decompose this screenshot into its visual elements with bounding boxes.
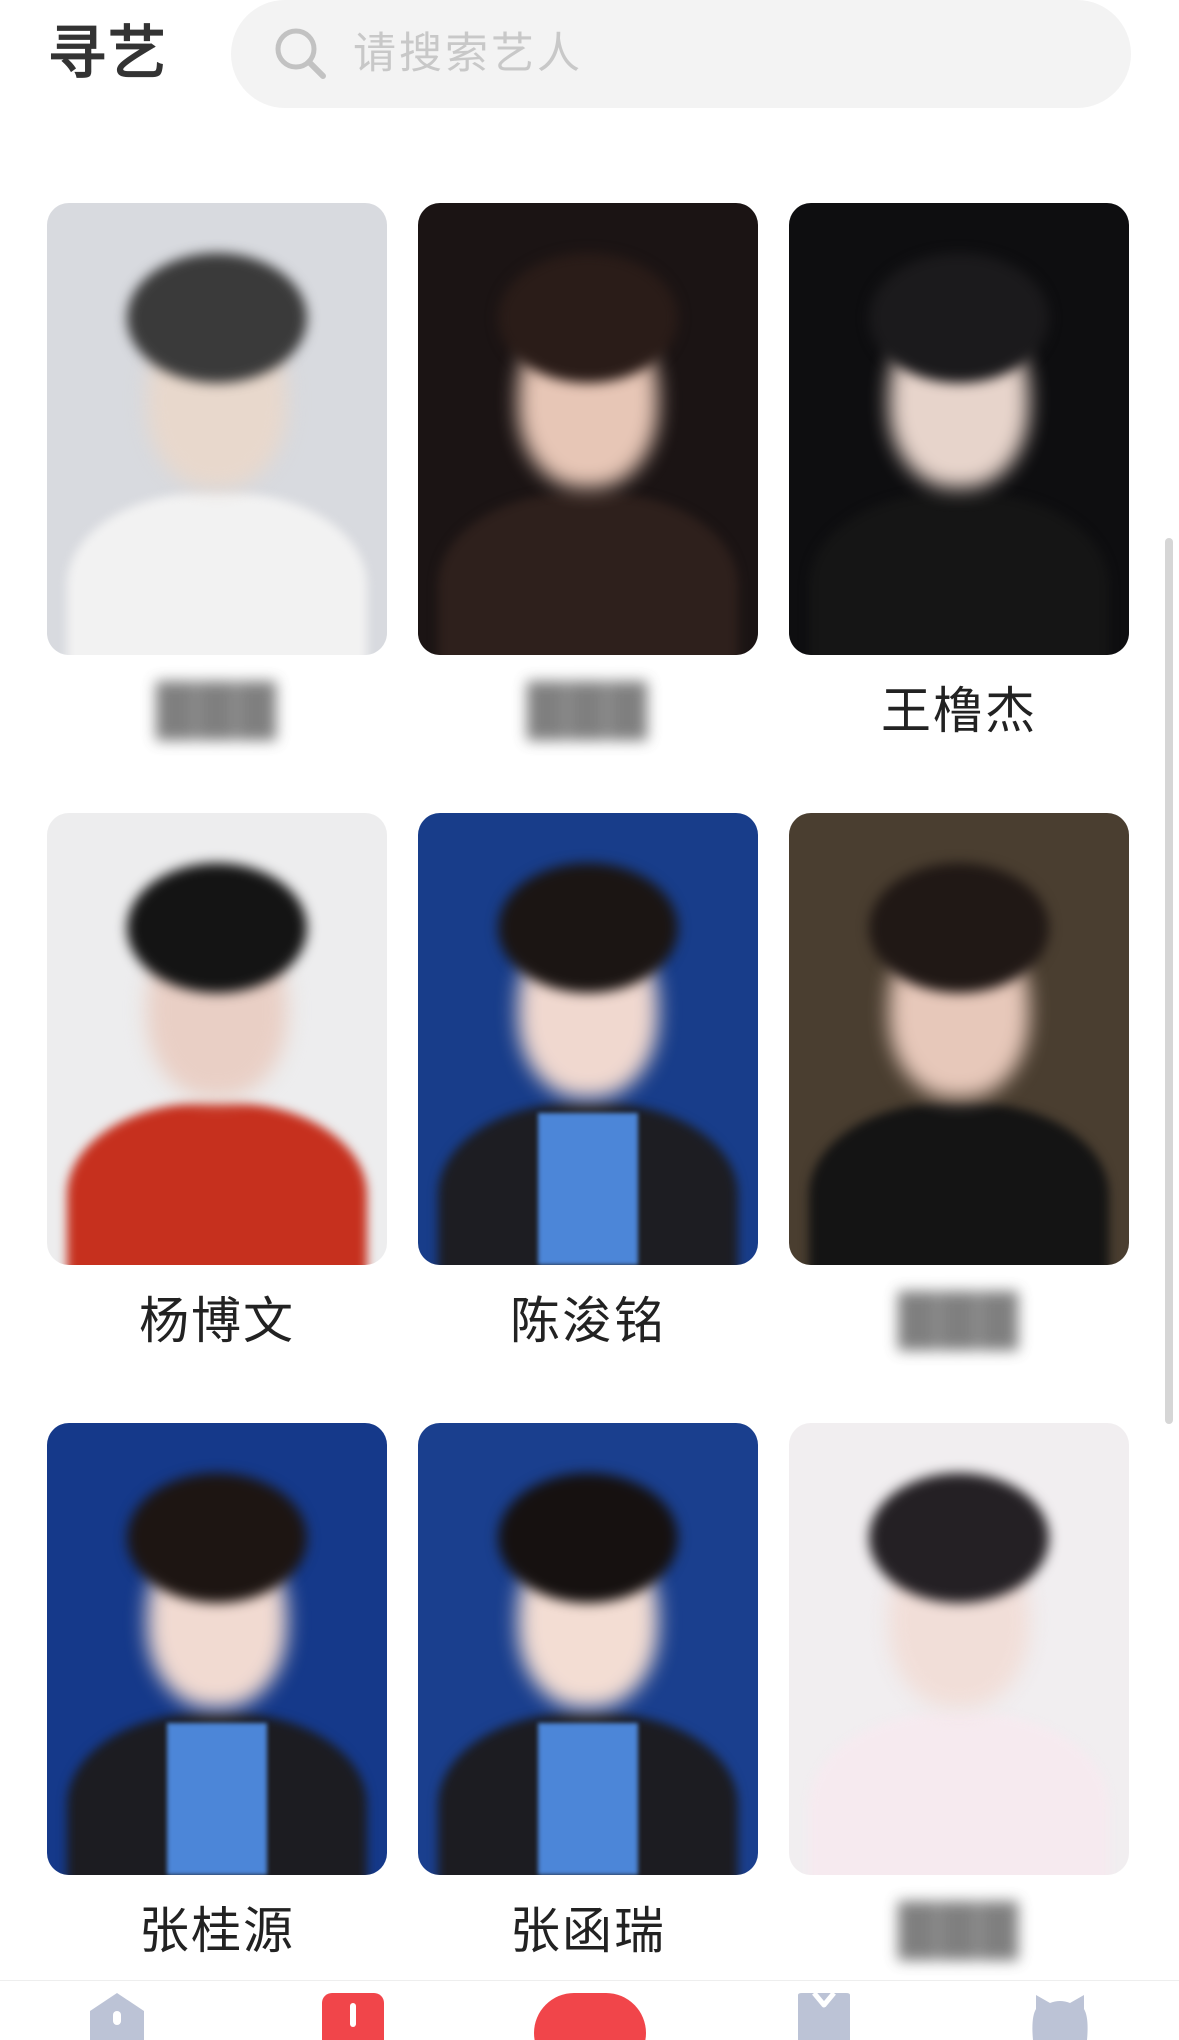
scrollbar[interactable]: [1165, 538, 1173, 1424]
photo-body-shape: [438, 493, 738, 655]
artist-card[interactable]: 王橹杰: [789, 203, 1129, 740]
artist-photo[interactable]: [47, 1423, 387, 1875]
photo-body-shape: [809, 493, 1109, 655]
photo-body-shape: [809, 1103, 1109, 1265]
photo-hair-shape: [127, 1473, 307, 1603]
artist-photo[interactable]: [418, 1423, 758, 1875]
photo-body-shape: [809, 1713, 1109, 1875]
artist-photo[interactable]: [47, 203, 387, 655]
artist-name: 陈浚铭: [510, 1292, 666, 1350]
photo-hair-shape: [498, 1473, 678, 1603]
nav-home[interactable]: [84, 1989, 150, 2040]
artist-photo[interactable]: [418, 203, 758, 655]
profile-icon: [1032, 1995, 1088, 2040]
photo-hair-shape: [869, 863, 1049, 993]
artist-grid: ███ ███ 王橹杰杨博文 陈浚铭 ███ 张桂源 张函瑞 ███: [0, 0, 1179, 1980]
artist-card[interactable]: 张函瑞: [418, 1423, 758, 1960]
artist-card[interactable]: ███: [418, 203, 758, 740]
photo-hair-shape: [869, 253, 1049, 383]
photo-shirt-collar: [538, 1113, 638, 1265]
chart-icon: [322, 1993, 384, 2040]
photo-hair-shape: [498, 253, 678, 383]
artist-name: ███: [898, 1292, 1020, 1350]
photo-hair-shape: [127, 253, 307, 383]
photo-body-shape: [67, 493, 367, 655]
artist-name: 张函瑞: [510, 1902, 666, 1960]
photo-body-shape: [67, 1103, 367, 1265]
artist-photo[interactable]: [789, 1423, 1129, 1875]
bottom-nav: [0, 1980, 1179, 2040]
artist-name: ███: [156, 682, 278, 740]
nav-profile[interactable]: [1028, 1989, 1092, 2040]
home-icon: [90, 1993, 144, 2040]
artist-name: 杨博文: [139, 1292, 295, 1350]
photo-shirt-collar: [538, 1723, 638, 1875]
artist-name: 张桂源: [139, 1902, 295, 1960]
photo-hair-shape: [498, 863, 678, 993]
artist-name: ███: [898, 1902, 1020, 1960]
nav-trophy[interactable]: [794, 1989, 854, 2040]
trophy-icon: [798, 1991, 850, 2040]
nav-center-action[interactable]: [532, 1989, 648, 2040]
artist-card[interactable]: 杨博文: [47, 813, 387, 1350]
nav-chart[interactable]: [320, 1989, 386, 2040]
artist-photo[interactable]: [789, 203, 1129, 655]
artist-search-page: 寻艺 请搜索艺人 ███ ███ 王橹杰 杨博文 陈浚铭 ███ 张桂源 张函瑞 ███: [0, 0, 1179, 2040]
artist-photo[interactable]: [47, 813, 387, 1265]
artist-name: 王橹杰: [881, 682, 1037, 740]
center-action-icon: [534, 1993, 646, 2040]
photo-hair-shape: [869, 1473, 1049, 1603]
artist-card[interactable]: ███: [47, 203, 387, 740]
artist-card[interactable]: ███: [789, 813, 1129, 1350]
artist-card[interactable]: 陈浚铭: [418, 813, 758, 1350]
artist-photo[interactable]: [789, 813, 1129, 1265]
artist-card[interactable]: 张桂源: [47, 1423, 387, 1960]
photo-hair-shape: [127, 863, 307, 993]
artist-photo[interactable]: [418, 813, 758, 1265]
photo-shirt-collar: [167, 1723, 267, 1875]
artist-name: ███: [527, 682, 649, 740]
artist-card[interactable]: ███: [789, 1423, 1129, 1960]
